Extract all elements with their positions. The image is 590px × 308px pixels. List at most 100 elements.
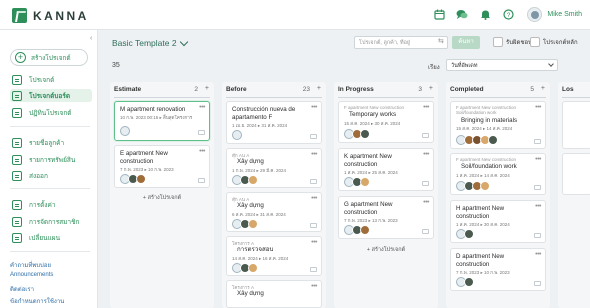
more-icon[interactable]: ••• — [311, 151, 317, 158]
card-dates: 1 ส.ค. 2024 ▸ 30 ส.ค. 2024 — [456, 222, 510, 227]
project-card[interactable]: E apartment New construction ••• 7 ก.พ. … — [114, 145, 210, 188]
avatar — [480, 181, 490, 191]
avatar — [120, 126, 130, 136]
new-project-button[interactable]: + สร้างโปรเจกต์ — [10, 49, 88, 66]
logo[interactable]: KANNA — [12, 8, 89, 23]
card-dates: 7 ก.พ. 2023 ▸ 10 ก.พ. 2023 — [120, 167, 174, 172]
add-card-icon[interactable]: + — [317, 85, 321, 92]
sidebar-item-members[interactable]: การจัดการสมาชิก — [12, 215, 92, 228]
project-card[interactable] — [562, 153, 590, 195]
project-card[interactable]: D apartment New construction ••• 7 ก.พ. … — [450, 248, 546, 291]
message-icon[interactable] — [422, 229, 429, 234]
calendar-icon — [12, 107, 22, 118]
board-icon — [12, 90, 22, 101]
add-project-button[interactable]: + สร้างโปรเจกต์ — [114, 192, 210, 204]
add-card-icon[interactable]: + — [429, 85, 433, 92]
more-icon[interactable]: ••• — [423, 151, 429, 158]
sidebar-item-projects[interactable]: โปรเจกต์ — [12, 73, 92, 86]
project-card[interactable] — [562, 101, 590, 149]
project-card[interactable]: F apartment New construction Soil/founda… — [450, 101, 546, 149]
card-assignees — [344, 177, 370, 187]
main-project-checkbox[interactable]: โปรเจกต์หลัก — [530, 37, 578, 47]
project-card[interactable]: โครงการ A Xây dựng ••• — [226, 280, 322, 308]
add-card-icon[interactable]: + — [541, 85, 545, 92]
project-card[interactable]: G apartment New construction ••• 7 ก.พ. … — [338, 196, 434, 239]
username[interactable]: Mike Smith — [547, 11, 582, 18]
message-icon[interactable] — [422, 133, 429, 138]
bell-icon[interactable] — [478, 8, 492, 22]
contact-link[interactable]: ติดต่อเรา — [10, 284, 34, 294]
search-button[interactable]: ค้นหา — [452, 36, 480, 49]
project-card[interactable]: M apartment renovation ••• 10 ก.พ. 2023 … — [114, 101, 210, 141]
card-assignees — [232, 219, 258, 229]
project-card[interactable]: F apartment New construction Temporary w… — [338, 101, 434, 143]
add-project-button[interactable]: + สร้างโปรเจกต์ — [338, 244, 434, 256]
more-icon[interactable]: ••• — [423, 199, 429, 206]
announcements-link[interactable]: Announcements — [10, 272, 53, 278]
help-icon[interactable]: ? — [501, 8, 515, 22]
card-title: Soil/foundation work — [461, 163, 517, 170]
board-selector[interactable]: Basic Template 2 — [112, 37, 188, 48]
message-icon[interactable] — [534, 185, 541, 190]
user-avatar[interactable] — [527, 7, 543, 22]
folder-icon — [12, 74, 22, 85]
project-card[interactable]: ตุ๊ก Aน A Xây dựng ••• 6 ส.ค. 2024 ▸ 31 … — [226, 192, 322, 232]
sidebar-item-project-board[interactable]: โปรเจกต์บอร์ด — [10, 89, 92, 102]
message-icon[interactable] — [310, 267, 317, 272]
message-icon[interactable] — [534, 281, 541, 286]
project-card[interactable]: ตุ๊ก Aน A Xây dựng ••• 1 ก.พ. 2024 ▸ 29 … — [226, 148, 322, 188]
card-title: M apartment renovation — [120, 106, 186, 113]
more-icon[interactable]: ••• — [311, 195, 317, 202]
add-card-icon[interactable]: + — [205, 85, 209, 92]
sidebar: ‹ + สร้างโปรเจกต์ โปรเจกต์ โปรเจกต์บอร์ด… — [0, 30, 98, 308]
card-title: Xây dựng — [237, 202, 264, 209]
sidebar-item-assets[interactable]: รายการทรัพย์สิน — [12, 153, 92, 166]
search-input[interactable] — [354, 36, 448, 49]
sidebar-item-settings[interactable]: การตั้งค่า — [12, 198, 92, 211]
project-card[interactable]: โครงการ A การตรวจสอบ ••• 14 ส.ค. 2024 ▸ … — [226, 236, 322, 276]
more-icon[interactable]: ••• — [535, 104, 541, 111]
more-icon[interactable]: ••• — [311, 104, 317, 111]
column-header: In Progress 3 + — [338, 85, 434, 96]
column-header: Los — [562, 86, 590, 96]
card-title: E apartment New construction — [120, 150, 168, 165]
avatar — [464, 277, 474, 287]
sidebar-item-customers[interactable]: รายชื่อลูกค้า — [12, 136, 92, 149]
sidebar-item-project-calendar[interactable]: ปฏิทินโปรเจกต์ — [12, 106, 92, 119]
project-card[interactable]: K apartment New construction ••• 1 ส.ค. … — [338, 148, 434, 191]
card-assignees — [232, 263, 258, 273]
more-icon[interactable]: ••• — [535, 251, 541, 258]
more-icon[interactable]: ••• — [535, 156, 541, 163]
assigned-checkbox[interactable]: รับผิดชอบ — [493, 37, 532, 47]
more-icon[interactable]: ••• — [199, 148, 205, 155]
message-icon[interactable] — [310, 134, 317, 139]
more-icon[interactable]: ••• — [311, 239, 317, 246]
terms-link[interactable]: ข้อกำหนดการใช้งาน — [10, 296, 64, 306]
faq-link[interactable]: คำถามที่พบบ่อย — [10, 260, 51, 270]
calendar-icon[interactable] — [432, 8, 446, 22]
project-card[interactable]: H apartment New construction ••• 1 ส.ค. … — [450, 200, 546, 243]
card-parent: F apartment New construction Soil/founda… — [456, 105, 517, 115]
message-icon[interactable] — [310, 223, 317, 228]
message-icon[interactable] — [534, 233, 541, 238]
sort-select[interactable]: วันที่อัพเดท — [446, 59, 558, 71]
message-icon[interactable] — [198, 130, 205, 135]
clear-search-icon[interactable]: ⇆ — [438, 38, 446, 46]
more-icon[interactable]: ••• — [199, 104, 205, 111]
chat-icon[interactable] — [455, 8, 469, 22]
sidebar-item-change-plan[interactable]: เปลี่ยนแผน — [12, 231, 92, 244]
message-icon[interactable] — [422, 181, 429, 186]
project-card[interactable]: F apartment New construction Soil/founda… — [450, 153, 546, 195]
card-title: Construcción nueva de apartamento F — [232, 106, 296, 121]
more-icon[interactable]: ••• — [311, 283, 317, 290]
message-icon[interactable] — [534, 139, 541, 144]
column-count: 23 — [302, 86, 310, 93]
collapse-sidebar-icon[interactable]: ‹ — [90, 35, 98, 45]
project-card[interactable]: Construcción nueva de apartamento F ••• … — [226, 101, 322, 144]
column-title: Estimate — [114, 86, 142, 93]
more-icon[interactable]: ••• — [423, 104, 429, 111]
message-icon[interactable] — [198, 178, 205, 183]
sidebar-item-export[interactable]: ส่งออก — [12, 169, 92, 182]
message-icon[interactable] — [310, 179, 317, 184]
more-icon[interactable]: ••• — [535, 203, 541, 210]
